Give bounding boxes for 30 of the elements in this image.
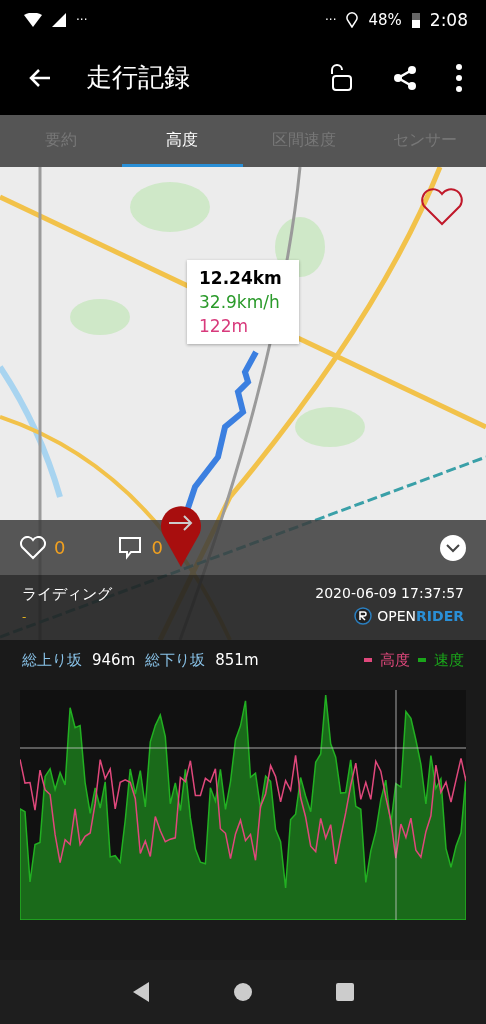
location-icon: [346, 12, 359, 28]
more-icon: [456, 63, 462, 92]
legend-label: 速度: [434, 650, 464, 670]
comment-count: 0: [151, 537, 163, 558]
more-indicator: ···: [325, 13, 337, 27]
activity-note: -: [22, 610, 27, 624]
speed-value: 32.9km/h: [199, 292, 281, 312]
descent-label: 総下り坂: [145, 650, 206, 670]
heart-icon[interactable]: [20, 535, 46, 560]
comment-icon[interactable]: [117, 535, 144, 560]
climb-value: 946m: [92, 651, 136, 669]
distance-value: 12.24km: [199, 268, 283, 288]
heart-icon[interactable]: [420, 187, 464, 227]
brand-name: OPENRIDER: [377, 608, 464, 624]
activity-datetime: 2020-06-09 17:37:57: [315, 585, 464, 601]
screen-title: 走行記録: [86, 61, 191, 94]
like-count: 0: [54, 537, 66, 558]
wifi-icon: [24, 13, 42, 27]
brand-logo-icon: [354, 607, 373, 625]
clock: 2:08: [429, 10, 468, 30]
battery-icon: [411, 12, 420, 28]
activity-type: ライディング: [22, 585, 112, 604]
climb-label: 総上り坂: [22, 650, 82, 670]
signal-icon: [52, 13, 66, 27]
altitude-value: 122m: [199, 316, 249, 336]
battery-percent: 48%: [368, 11, 402, 29]
more-indicator: ···: [76, 13, 88, 27]
descent-value: 851m: [215, 651, 259, 669]
expand-button[interactable]: [440, 534, 466, 561]
legend-label: 高度: [380, 650, 410, 670]
